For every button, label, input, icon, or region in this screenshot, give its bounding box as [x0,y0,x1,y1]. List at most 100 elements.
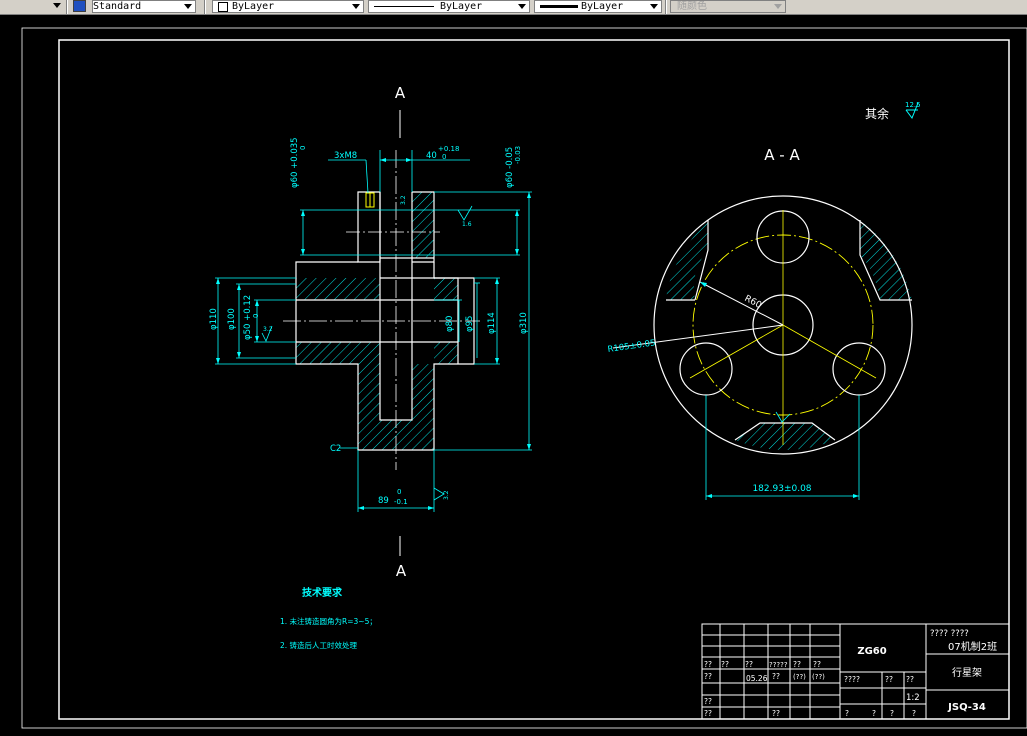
title-block: ZG60 ???? ???? 07机制2班 行星架 JSQ-34 05.26 1… [701,623,1010,720]
part-name: 行星架 [952,666,982,679]
dim-phi114: φ114 [487,312,497,334]
drawing-number: JSQ-34 [947,702,986,713]
cell-q: ?? [772,672,780,681]
hatch-region [434,342,458,364]
hatch-region [666,220,708,300]
chevron-down-icon [650,4,658,9]
dim-rough-32c: 3.2 [443,490,450,500]
hatch-region [735,423,835,450]
dim-phi100: φ100 [227,308,237,330]
model-space-canvas[interactable]: A A 其余 12.5 3xM8 40 +0.18 0 φ60 +0.035 0… [0,14,1027,736]
cell-paren-q: (??) [812,673,825,681]
front-section-view: 3xM8 40 +0.18 0 φ60 +0.035 0 φ60 -0.05 -… [209,137,532,512]
hatch-region [412,210,434,258]
toolbar-separator [204,0,206,14]
dim-phi60-left: φ60 +0.035 [290,137,300,188]
linetype-sample-icon [374,6,434,7]
cell-q: ?? [793,660,801,669]
dim-phi80: φ80 [445,316,455,332]
text-style-icon[interactable] [73,0,86,12]
dim-phi110: φ110 [209,308,219,330]
inner-border [21,27,1027,729]
tech-title: 技术要求 [302,586,343,599]
cell-q: ?? [721,660,729,669]
section-mark-top: A [395,84,406,138]
dim-c2: C2 [330,444,341,454]
text-style-value: Standard [93,1,142,12]
cell-q: ?? [906,675,914,684]
chevron-down-icon [184,4,192,9]
cell-q: ?? [772,709,780,718]
section-mark-bottom: A [396,536,407,580]
roughness-symbol-icon [457,205,473,221]
chevron-down-icon [352,4,360,9]
cell-q: ?? [704,660,712,669]
hatch-region [412,192,434,210]
school-name: ???? ???? [930,629,969,639]
dim-phi95: φ95 [465,316,475,332]
dim-40: 40 [426,151,437,161]
dim-40-lower: 0 [442,153,446,161]
plot-style-value: 随颜色 [677,1,707,12]
dim-89-lower: -0.1 [394,498,408,506]
technical-requirements: 技术要求 1. 未注铸造圆角为R=3~5； 2. 铸造后人工时效处理 [280,586,377,650]
cell-q1: ? [890,709,894,718]
layer-color-combo[interactable]: ByLayer [212,0,364,13]
cell-q5: ????? [769,661,788,669]
scale: 1:2 [906,693,920,703]
dim-40-upper: +0.18 [438,145,459,153]
cell-q: ?? [704,709,712,718]
dim-89: 89 [378,496,389,506]
cell-q1: ? [872,709,876,718]
chevron-down-icon [774,4,782,9]
cell-q: ?? [745,660,753,669]
dim-rough-16: 1.6 [462,221,472,228]
designer: ???? [844,675,860,684]
dim-phi60-left-lower: 0 [299,146,307,150]
dim-r105: R105±0.05 [607,338,656,355]
hatch-region [296,278,380,300]
hatch-region [860,220,912,300]
linetype-combo[interactable]: ByLayer [368,0,530,13]
toolbar-separator [66,0,68,14]
toolbar-separator [665,0,667,14]
chevron-down-icon [518,4,526,9]
hatch-region [412,364,434,420]
outer-frame [58,39,1010,720]
cell-paren-q: (??) [793,673,806,681]
dim-3xm8: 3xM8 [334,151,357,161]
cell-q: ?? [704,697,712,706]
cell-q: ?? [813,660,821,669]
text-style-combo[interactable]: Standard [92,0,196,13]
cell-q1: ? [912,709,916,718]
tech-item-2: 2. 铸造后人工时效处理 [280,640,358,650]
section-aa-view: A - A R60 R105±0.05 182.93±0.08 [607,146,913,500]
section-title: A - A [764,146,800,164]
roughness-rest-value: 12.5 [905,101,921,109]
lineweight-combo[interactable]: ByLayer [534,0,662,13]
date: 05.26 [746,674,768,683]
dim-phi310: φ310 [519,312,529,334]
hatch-region [434,278,458,300]
material: ZG60 [857,646,886,657]
cell-q: ?? [704,672,712,681]
tech-item-1: 1. 未注铸造圆角为R=3~5； [280,616,377,626]
hatch-region [296,342,380,364]
roughness-rest-label: 其余 [865,106,889,121]
dim-rough-32b: 3.2 [400,195,407,205]
dim-89-upper: 0 [397,488,401,496]
cell-q1: ? [845,709,849,718]
dim-phi60-right-lower: -0.03 [514,146,522,164]
dim-18293: 182.93±0.08 [752,484,811,494]
dim-r60: R60 [743,294,764,311]
lineweight-sample-icon [540,5,578,8]
prev-combo-tail[interactable] [0,0,64,13]
section-label-bottom: A [396,562,407,580]
cell-q: ?? [885,675,893,684]
dim-phi50-lower: 0 [252,314,260,318]
color-swatch-icon [218,2,228,12]
plot-style-combo[interactable]: 随颜色 [670,0,786,13]
layer-color-value: ByLayer [232,1,275,12]
section-label-top: A [395,84,406,102]
class-name: 07机制2班 [948,640,997,653]
